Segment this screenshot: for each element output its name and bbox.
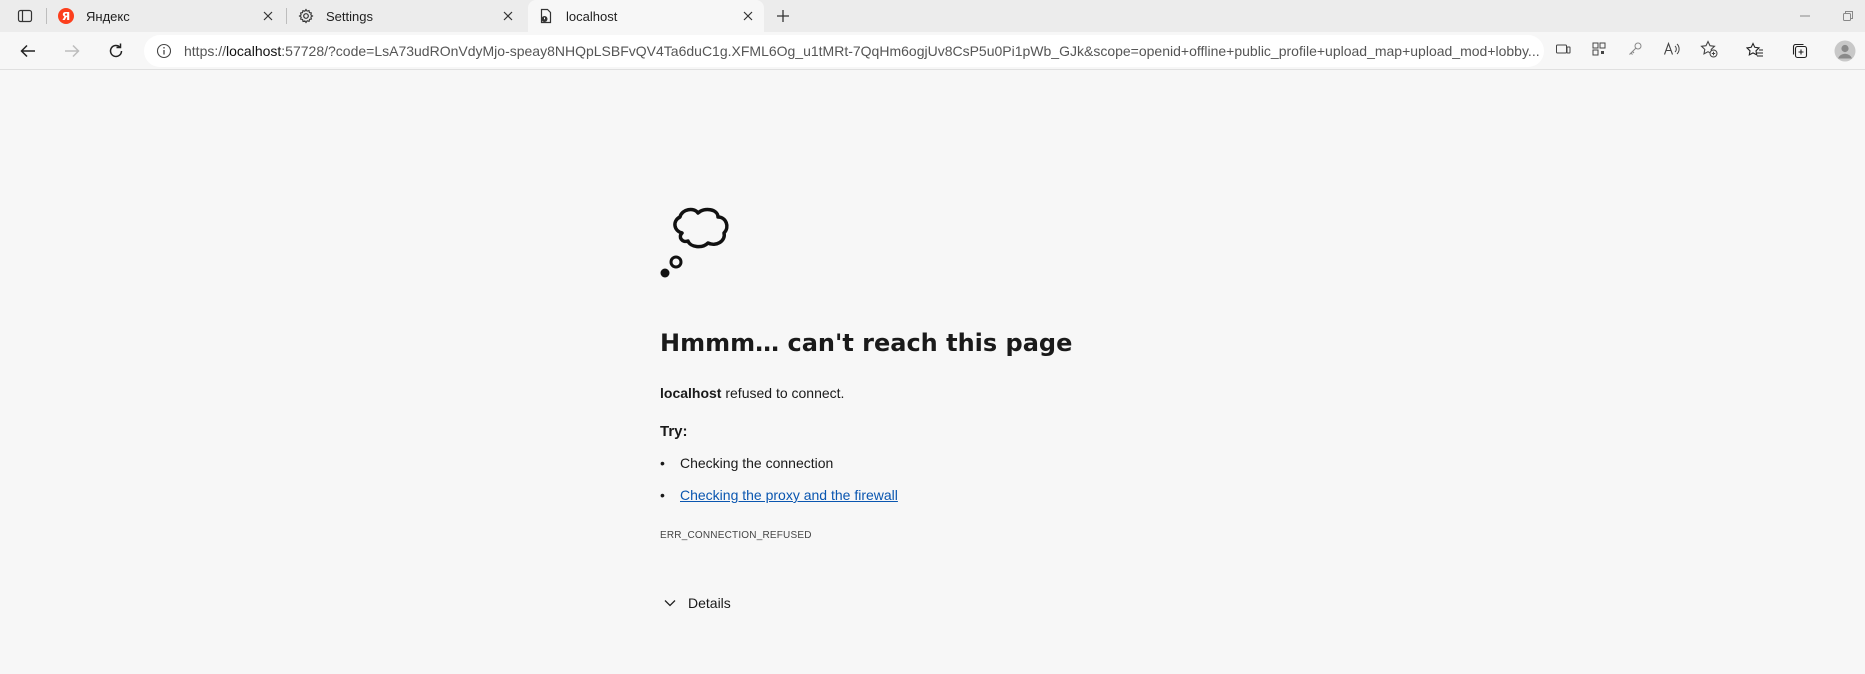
minimize-icon[interactable]: [1795, 6, 1815, 26]
tab-title: Settings: [326, 8, 373, 24]
error-host: localhost: [660, 385, 722, 401]
read-aloud-icon[interactable]: [1661, 38, 1683, 60]
error-message: localhost refused to connect.: [660, 385, 1360, 401]
close-icon[interactable]: [738, 6, 758, 26]
address-bar[interactable]: https://localhost:57728/?code=LsA73udROn…: [144, 35, 1544, 67]
back-icon[interactable]: [13, 37, 43, 65]
tab-actions-icon[interactable]: [10, 6, 40, 26]
forward-icon[interactable]: [57, 37, 87, 65]
thought-cloud-icon: [660, 205, 740, 281]
tab-yandex[interactable]: Я Яндекс: [48, 0, 284, 32]
tab-separator: [46, 8, 47, 24]
proxy-firewall-link[interactable]: Checking the proxy and the firewall: [680, 487, 898, 503]
key-icon[interactable]: [1624, 38, 1646, 60]
restore-icon[interactable]: [1838, 6, 1858, 26]
url-prefix: https://: [184, 43, 227, 59]
info-icon[interactable]: [156, 41, 172, 61]
error-message-text: refused to connect.: [721, 385, 845, 401]
add-favorite-icon[interactable]: [1698, 38, 1720, 60]
suggestion-check-connection: Checking the connection: [660, 454, 1360, 486]
url-rest: :57728/?code=LsA73udROnVdyMjo-speay8NHQp…: [281, 43, 1540, 59]
details-label: Details: [688, 595, 731, 611]
gear-icon: [298, 8, 314, 24]
page-title: Hmmm… can't reach this page: [660, 329, 1073, 357]
qr-code-icon[interactable]: [1588, 38, 1610, 60]
profile-avatar[interactable]: [1833, 39, 1857, 63]
error-code: ERR_CONNECTION_REFUSED: [660, 530, 812, 541]
tab-settings[interactable]: Settings: [288, 0, 524, 32]
tab-separator: [286, 8, 287, 24]
suggestion-list: Checking the connection Checking the pro…: [660, 454, 1360, 518]
suggestion-proxy-firewall: Checking the proxy and the firewall: [660, 486, 1360, 518]
try-label: Try:: [660, 423, 688, 440]
tab-localhost[interactable]: localhost: [528, 0, 764, 32]
details-toggle[interactable]: Details: [660, 593, 1360, 613]
tab-strip: Я Яндекс Settings localhost: [0, 0, 1865, 32]
toolbar: https://localhost:57728/?code=LsA73udROn…: [0, 32, 1865, 70]
app-available-icon[interactable]: [1552, 38, 1574, 60]
chevron-down-icon: [660, 593, 680, 613]
tab-title: Яндекс: [86, 8, 130, 24]
refresh-icon[interactable]: [101, 37, 131, 65]
page-error-icon: [538, 8, 554, 24]
url-text[interactable]: https://localhost:57728/?code=LsA73udROn…: [184, 43, 1549, 59]
close-icon[interactable]: [258, 6, 278, 26]
tab-title: localhost: [566, 8, 618, 24]
collections-icon[interactable]: [1788, 39, 1812, 63]
new-tab-icon[interactable]: [770, 4, 796, 28]
error-page: Hmmm… can't reach this page localhost re…: [660, 205, 1360, 613]
close-icon[interactable]: [498, 6, 518, 26]
yandex-logo-icon: Я: [58, 8, 74, 24]
url-host: localhost: [226, 43, 282, 59]
favorites-icon[interactable]: [1743, 39, 1767, 63]
